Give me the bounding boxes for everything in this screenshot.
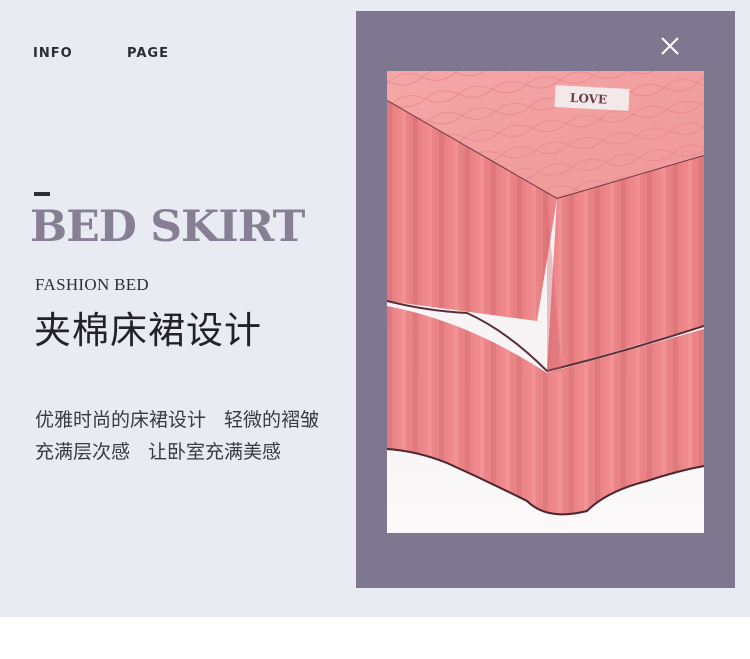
description-phrase: 轻微的褶皱 bbox=[224, 409, 320, 431]
accent-dash bbox=[34, 192, 50, 196]
bed-skirt-photo: LOVE bbox=[387, 71, 704, 533]
close-button[interactable] bbox=[658, 34, 682, 58]
description-phrase: 优雅时尚的床裙设计 bbox=[35, 409, 207, 431]
description-phrase: 充满层次感 bbox=[35, 441, 131, 463]
close-icon bbox=[661, 37, 679, 55]
love-label-text: LOVE bbox=[570, 91, 608, 107]
love-label: LOVE bbox=[554, 85, 630, 111]
description-line-2: 充满层次感 让卧室充满美感 bbox=[35, 436, 319, 468]
bed-skirt-illustration: LOVE bbox=[387, 71, 704, 533]
description-text: 优雅时尚的床裙设计 轻微的褶皱 充满层次感 让卧室充满美感 bbox=[35, 404, 319, 468]
subtitle-chinese: 夹棉床裙设计 bbox=[34, 309, 262, 352]
headline-title: BED SKIRT bbox=[30, 202, 305, 252]
subtitle-english: FASHION BED bbox=[35, 275, 149, 294]
nav-page-link[interactable]: PAGE bbox=[127, 46, 169, 61]
footer-strip bbox=[0, 617, 750, 659]
description-phrase: 让卧室充满美感 bbox=[148, 441, 282, 463]
description-line-1: 优雅时尚的床裙设计 轻微的褶皱 bbox=[35, 404, 319, 436]
nav-info-link[interactable]: INFO bbox=[33, 46, 73, 61]
